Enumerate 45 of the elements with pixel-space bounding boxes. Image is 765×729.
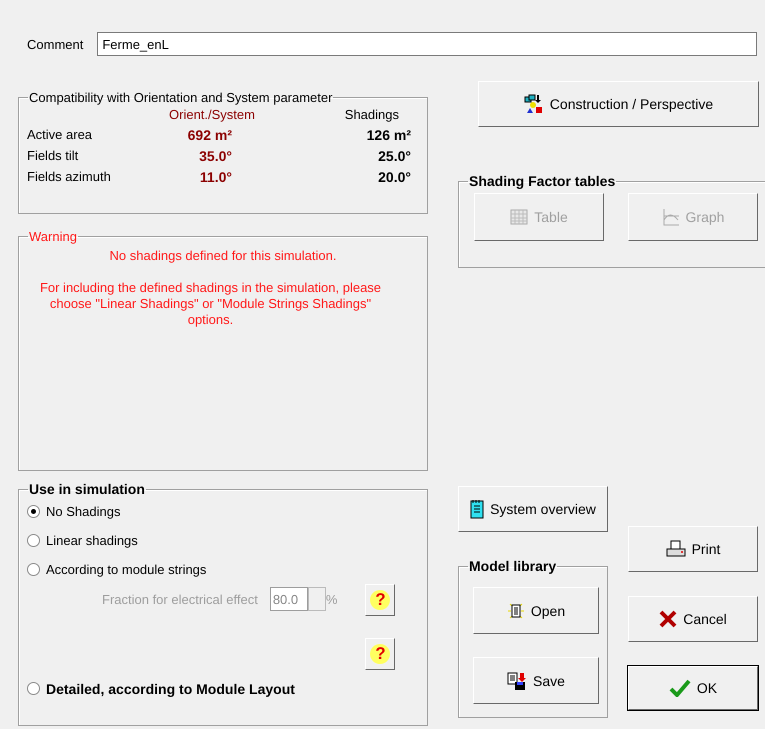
help-button[interactable]: ? (365, 638, 396, 670)
chart-icon (662, 208, 680, 226)
group-title: Compatibility with Orientation and System parameter (28, 90, 334, 105)
row-label: Fields tilt (27, 148, 80, 164)
radio-option[interactable]: Linear shadings (27, 526, 419, 555)
fraction-label: Fraction for electrical effect (102, 592, 258, 606)
shadings-value: 25.0° (377, 148, 412, 164)
save-button[interactable]: Save (473, 657, 599, 704)
print-button[interactable]: Print (628, 526, 758, 572)
shadings-value: 20.0° (377, 169, 412, 185)
column-header: Orient./System (168, 107, 256, 122)
unit-label: % (326, 592, 338, 606)
warning-message: No shadings defined for this simulation. (108, 248, 338, 264)
row-label: Active area (27, 127, 94, 143)
shapes-icon (524, 94, 544, 114)
comment-field[interactable]: Ferme_enL (97, 32, 757, 56)
construction-button[interactable]: Construction / Perspective (478, 81, 759, 127)
orient-value: 692 m² (186, 127, 233, 143)
document-icon (506, 602, 525, 620)
open-button[interactable]: Open (473, 587, 599, 634)
warning-details: For including the defined shadings in the simulation, please choose "Linear Shadings" or "Module Strings Shadings" options. (38, 280, 382, 328)
table-icon (510, 209, 528, 225)
warning-title: Warning (28, 229, 78, 244)
group-title: Shading Factor tables (468, 173, 616, 189)
orient-value: 11.0° (198, 169, 233, 185)
checkmark-icon (668, 679, 691, 697)
row-label: Fields azimuth (27, 169, 112, 185)
radio-option[interactable]: According to module strings (27, 555, 419, 584)
close-icon (659, 610, 678, 628)
help-button[interactable]: ? (365, 584, 396, 616)
printer-icon (666, 540, 686, 558)
ok-button[interactable]: OK (628, 666, 758, 710)
orient-value: 35.0° (198, 148, 233, 164)
shadings-value: 126 m² (366, 127, 412, 143)
save-icon (507, 672, 528, 690)
radio-option[interactable]: Detailed, according to Module Layout (27, 674, 419, 703)
group-title: Model library (468, 558, 558, 574)
cancel-button[interactable]: Cancel (628, 596, 758, 642)
spin-control[interactable] (308, 587, 326, 611)
column-header: Shadings (344, 107, 400, 122)
comment-label: Comment (27, 36, 84, 52)
system-overview-button[interactable]: System overview (458, 486, 608, 532)
group-title: Use in simulation (28, 481, 146, 497)
notepad-icon (470, 499, 484, 519)
radio-option[interactable]: No Shadings (27, 497, 419, 526)
